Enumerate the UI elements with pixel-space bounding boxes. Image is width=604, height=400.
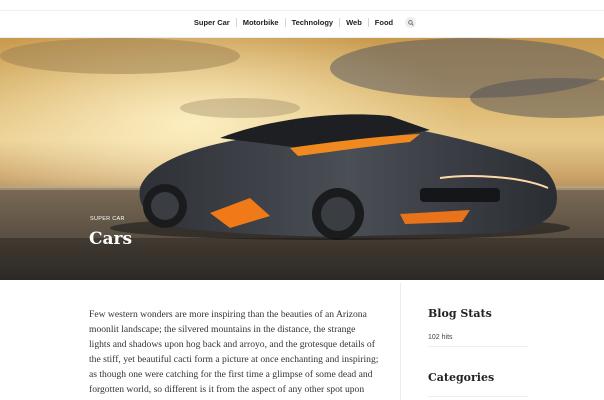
nav-item-web[interactable]: Web xyxy=(340,18,368,27)
blog-stats-divider xyxy=(428,346,528,347)
hero-category-label[interactable]: SUPER CAR xyxy=(90,216,125,222)
categories-title: Categories xyxy=(428,371,495,384)
article-body: Few western wonders are more inspiring t… xyxy=(89,309,379,400)
blog-stats-hits: 102 hits xyxy=(428,334,453,341)
search-icon xyxy=(407,19,414,26)
categories-divider xyxy=(428,396,528,397)
blog-stats-title: Blog Stats xyxy=(428,307,492,320)
main-navigation: Super Car Motorbike Technology Web Food xyxy=(0,17,604,28)
search-button[interactable] xyxy=(405,17,417,28)
hero-title[interactable]: Cars xyxy=(89,229,132,249)
header-top-divider xyxy=(0,10,604,11)
nav-item-super-car[interactable]: Super Car xyxy=(188,18,236,27)
nav-item-motorbike[interactable]: Motorbike xyxy=(237,18,285,27)
header-bar: Super Car Motorbike Technology Web Food xyxy=(0,0,604,38)
hero-banner[interactable]: SUPER CAR Cars xyxy=(0,38,604,280)
nav-item-technology[interactable]: Technology xyxy=(286,18,340,27)
nav-item-food[interactable]: Food xyxy=(369,18,399,27)
sidebar-divider xyxy=(400,283,401,400)
